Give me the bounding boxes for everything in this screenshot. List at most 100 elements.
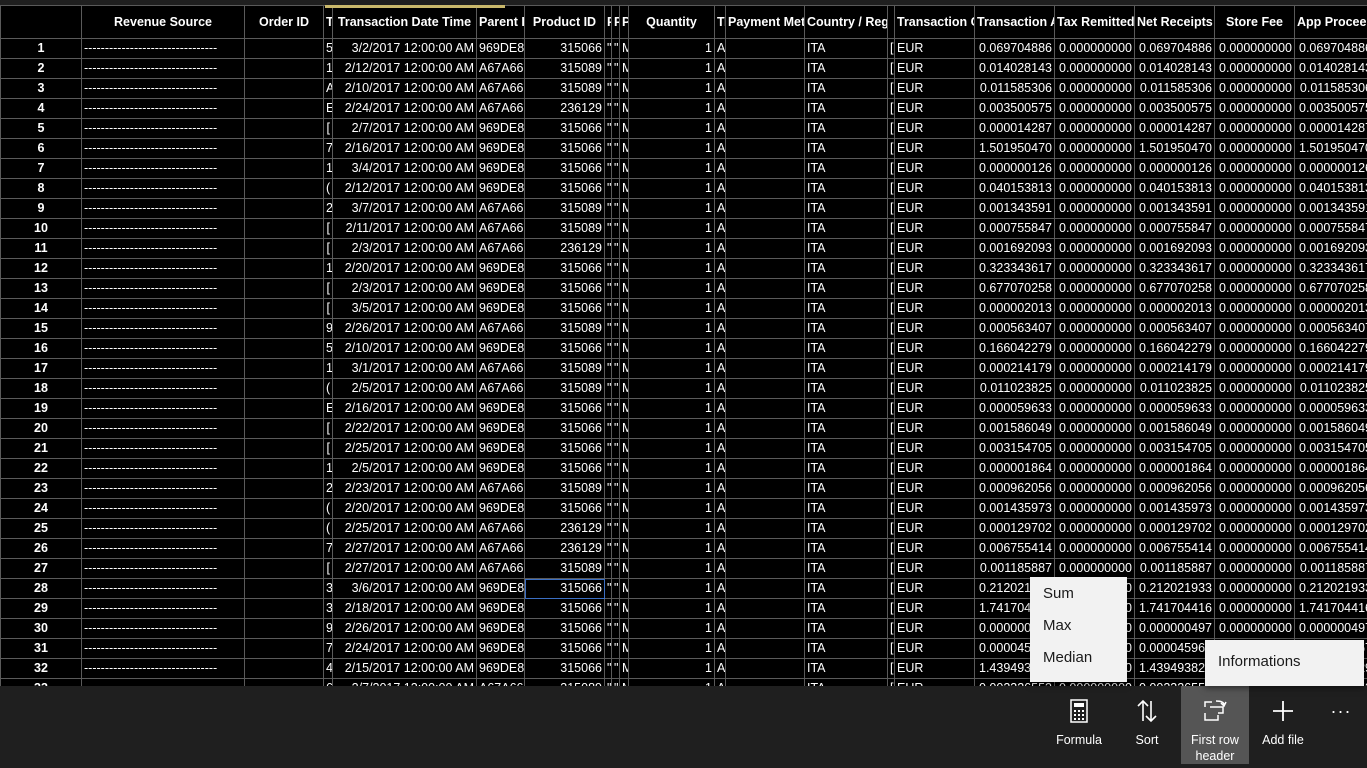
table-cell[interactable]: 315066 <box>524 278 605 299</box>
table-row[interactable]: 29 -------------------------------- 3 2/18/… <box>0 598 1367 619</box>
table-cell[interactable]: 0.000000000 <box>1214 518 1295 539</box>
table-cell[interactable]: A <box>714 278 726 299</box>
table-cell[interactable]: 0.000001864 <box>974 458 1055 479</box>
table-cell[interactable]: 0.000000000 <box>1054 98 1135 119</box>
table-cell[interactable]: ITA <box>804 578 888 599</box>
table-cell[interactable]: " <box>604 258 612 279</box>
row-number[interactable]: 23 <box>0 478 82 499</box>
table-cell[interactable]: [ <box>323 278 333 299</box>
table-cell[interactable] <box>725 558 805 579</box>
table-cell[interactable]: EUR <box>894 378 975 399</box>
table-cell[interactable]: 0.000000000 <box>1054 158 1135 179</box>
table-cell[interactable]: A <box>714 58 726 79</box>
table-cell[interactable]: A <box>714 118 726 139</box>
table-cell[interactable]: 315066 <box>524 398 605 419</box>
table-cell[interactable]: M <box>619 318 629 339</box>
table-cell[interactable]: A67A667 <box>476 198 525 219</box>
table-cell[interactable]: 1 <box>628 78 715 99</box>
table-cell[interactable]: ITA <box>804 98 888 119</box>
table-cell[interactable]: [ <box>887 218 895 239</box>
table-cell[interactable]: -------------------------------- <box>81 338 245 359</box>
table-cell[interactable]: ITA <box>804 658 888 679</box>
table-cell[interactable]: 315089 <box>524 58 605 79</box>
table-cell[interactable]: M <box>619 98 629 119</box>
table-cell[interactable]: ITA <box>804 458 888 479</box>
table-cell[interactable]: 969DE84 <box>476 438 525 459</box>
column-header[interactable]: Tr <box>714 5 726 39</box>
table-cell[interactable]: 0.006755414 <box>1294 538 1367 559</box>
table-cell[interactable]: ITA <box>804 78 888 99</box>
table-cell[interactable]: -------------------------------- <box>81 318 245 339</box>
table-cell[interactable]: 0.001185887 <box>1294 558 1367 579</box>
table-cell[interactable]: 0.001692093 <box>974 238 1055 259</box>
table-cell[interactable] <box>244 58 324 79</box>
table-cell[interactable]: " <box>611 638 620 659</box>
table-cell[interactable]: 2/16/2017 12:00:00 AM <box>332 398 477 419</box>
table-cell[interactable]: ( <box>323 518 333 539</box>
table-cell[interactable]: 0.000000000 <box>1214 218 1295 239</box>
table-cell[interactable]: 969DE84 <box>476 458 525 479</box>
table-cell[interactable]: 0.323343617 <box>974 258 1055 279</box>
table-cell[interactable]: M <box>619 218 629 239</box>
table-cell[interactable]: " <box>611 518 620 539</box>
row-number[interactable]: 18 <box>0 378 82 399</box>
table-cell[interactable]: 0.000000000 <box>1214 278 1295 299</box>
table-cell[interactable]: EUR <box>894 98 975 119</box>
table-cell[interactable]: 0.000000000 <box>1214 38 1295 59</box>
table-cell[interactable] <box>244 258 324 279</box>
table-cell[interactable]: EUR <box>894 338 975 359</box>
table-cell[interactable]: -------------------------------- <box>81 218 245 239</box>
table-cell[interactable]: 0.000000000 <box>1054 218 1135 239</box>
table-cell[interactable]: [ <box>887 378 895 399</box>
table-cell[interactable]: " <box>611 498 620 519</box>
table-cell[interactable]: 0.014028143 <box>1134 58 1215 79</box>
table-cell[interactable]: A67A667 <box>476 558 525 579</box>
table-cell[interactable]: 0.000000000 <box>1214 98 1295 119</box>
table-cell[interactable]: [ <box>323 438 333 459</box>
table-cell[interactable]: 0.000000000 <box>1054 118 1135 139</box>
table-cell[interactable]: 1 <box>628 278 715 299</box>
table-cell[interactable]: 5 <box>323 338 333 359</box>
formula-menu-item-median[interactable]: Median <box>1030 642 1127 674</box>
table-cell[interactable]: EUR <box>894 138 975 159</box>
table-cell[interactable] <box>725 38 805 59</box>
column-header[interactable]: Net Receipts <box>1134 5 1215 39</box>
table-cell[interactable]: A <box>714 258 726 279</box>
table-cell[interactable]: " <box>611 218 620 239</box>
table-cell[interactable]: 2/25/2017 12:00:00 AM <box>332 438 477 459</box>
table-cell[interactable]: 2/22/2017 12:00:00 AM <box>332 418 477 439</box>
table-cell[interactable]: 969DE84 <box>476 158 525 179</box>
table-cell[interactable] <box>725 158 805 179</box>
table-cell[interactable]: [ <box>887 538 895 559</box>
row-number[interactable]: 7 <box>0 158 82 179</box>
table-cell[interactable]: A67A667 <box>476 238 525 259</box>
table-cell[interactable]: M <box>619 678 629 686</box>
table-cell[interactable]: [ <box>887 98 895 119</box>
table-cell[interactable]: 315066 <box>524 438 605 459</box>
table-cell[interactable]: -------------------------------- <box>81 458 245 479</box>
table-cell[interactable]: 0.000000000 <box>1214 158 1295 179</box>
table-cell[interactable]: 0.000000126 <box>1294 158 1367 179</box>
table-cell[interactable]: 0.001185887 <box>974 558 1055 579</box>
table-row[interactable]: 13 -------------------------------- [2/3/2… <box>0 278 1367 299</box>
table-cell[interactable]: 2/26/2017 12:00:00 AM <box>332 618 477 639</box>
table-cell[interactable]: 2/11/2017 12:00:00 AM <box>332 218 477 239</box>
table-cell[interactable]: ITA <box>804 638 888 659</box>
table-cell[interactable]: EUR <box>894 678 975 686</box>
table-cell[interactable]: 0.000000000 <box>1214 498 1295 519</box>
table-cell[interactable]: ITA <box>804 198 888 219</box>
table-cell[interactable] <box>725 118 805 139</box>
table-cell[interactable]: 0.000000000 <box>1214 78 1295 99</box>
table-cell[interactable]: [ <box>887 398 895 419</box>
table-cell[interactable]: 2/12/2017 12:00:00 AM <box>332 58 477 79</box>
table-cell[interactable] <box>725 438 805 459</box>
table-cell[interactable]: EUR <box>894 318 975 339</box>
table-row[interactable]: 2 -------------------------------- 1 2/12/2… <box>0 58 1367 79</box>
table-cell[interactable]: " <box>611 158 620 179</box>
table-cell[interactable]: " <box>604 498 612 519</box>
table-cell[interactable] <box>244 98 324 119</box>
table-cell[interactable]: 315089 <box>524 358 605 379</box>
table-cell[interactable]: A <box>714 158 726 179</box>
table-cell[interactable]: 1.439493829 <box>1134 658 1215 679</box>
table-cell[interactable]: -------------------------------- <box>81 578 245 599</box>
